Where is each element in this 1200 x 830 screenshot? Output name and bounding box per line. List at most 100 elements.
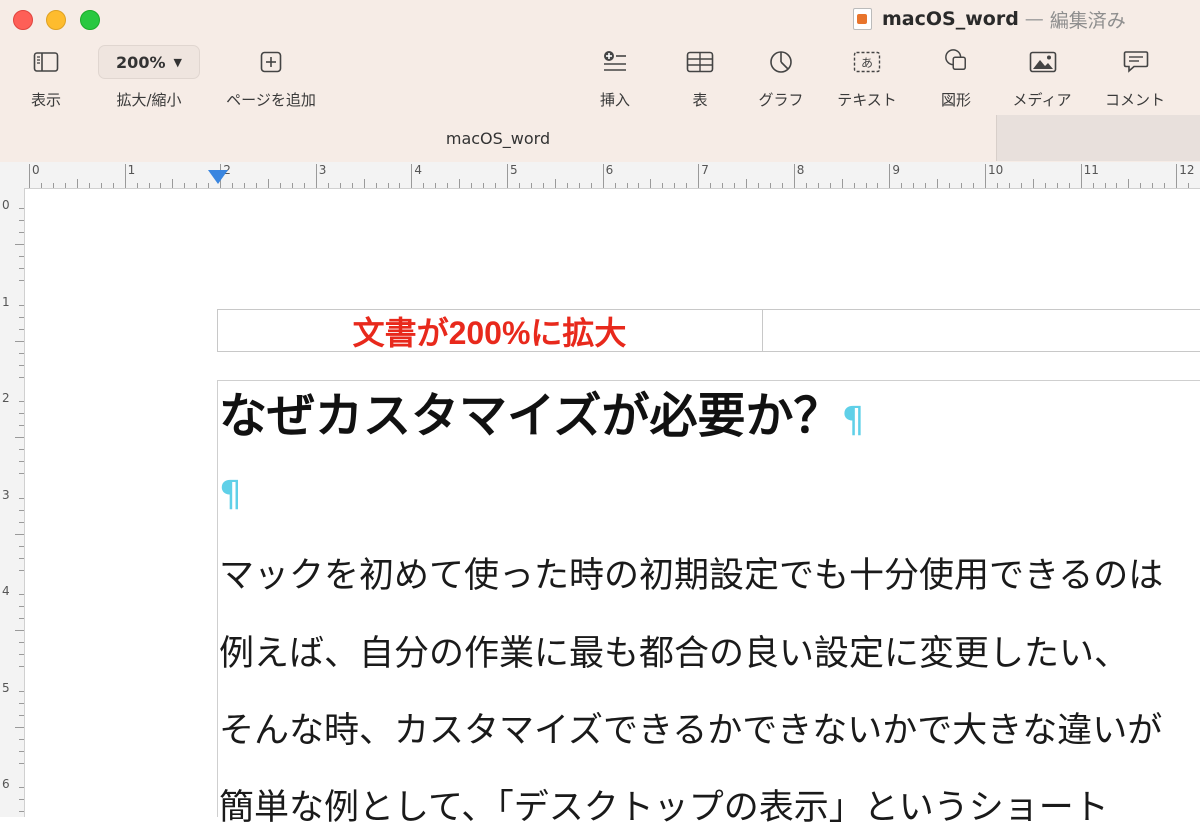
ruler-tick (19, 364, 24, 366)
ruler-tick (996, 183, 998, 188)
ruler-tick (1140, 183, 1142, 188)
ruler-tick (100, 183, 102, 188)
horizontal-ruler[interactable]: 0 1 2 3 4 5 6 7 8 9 10 11 12 (0, 162, 1200, 189)
text-box-icon: あ (853, 51, 881, 73)
ruler-tick (19, 606, 24, 608)
add-page-button[interactable] (259, 50, 283, 74)
view-button[interactable] (32, 50, 60, 74)
pilcrow-mark: ¶ (841, 400, 865, 441)
ruler-tick (949, 183, 951, 188)
ruler-tick (19, 473, 24, 475)
text-label: テキスト (837, 91, 897, 109)
ruler-tick (459, 179, 461, 188)
ruler-tick (602, 164, 604, 188)
zoom-label: 拡大/縮小 (116, 91, 182, 109)
ruler-tick (901, 183, 903, 188)
ruler-tick (793, 164, 795, 188)
tab-bar: macOS_word (0, 115, 1200, 161)
ruler-tick (19, 521, 24, 523)
ruler-tick (387, 183, 389, 188)
ruler-tick (590, 183, 592, 188)
tab-document[interactable]: macOS_word (0, 115, 996, 161)
text-button[interactable]: あ (853, 50, 881, 74)
table-button[interactable] (686, 50, 714, 74)
ruler-tick (19, 787, 24, 789)
ruler-tick (19, 690, 24, 692)
ruler-tick (19, 304, 24, 306)
heading-text: なぜカスタマイズが必要か？ (219, 388, 842, 444)
ruler-tick (399, 183, 401, 188)
zoom-select[interactable]: 200% ▼ (98, 45, 200, 79)
tab-empty-area[interactable] (996, 115, 1200, 161)
ruler-number: 4 (414, 163, 423, 177)
svg-text:あ: あ (861, 56, 873, 70)
ruler-tick (19, 509, 24, 511)
insert-button[interactable] (602, 50, 628, 74)
document-icon (853, 8, 872, 30)
ruler-tick (530, 183, 532, 188)
ruler-tick (925, 183, 927, 188)
media-label: メディア (1012, 91, 1072, 109)
ruler-tick (19, 702, 24, 704)
tab-label: macOS_word (445, 128, 551, 148)
ruler-tick (19, 328, 24, 330)
ruler-tick (88, 183, 90, 188)
media-button[interactable] (1029, 50, 1057, 74)
ruler-tick (757, 183, 759, 188)
chart-button[interactable] (769, 50, 793, 74)
ruler-tick (19, 256, 24, 258)
ruler-tick (1008, 183, 1010, 188)
ruler-tick (291, 183, 293, 188)
ruler-tick (19, 220, 24, 222)
ruler-tick (877, 183, 879, 188)
ruler-tick (19, 461, 24, 463)
ruler-tick (19, 316, 24, 318)
ruler-tick (447, 183, 449, 188)
body-line[interactable]: マックを初めて使った時の初期設定でも十分使用できるのは (219, 547, 1163, 598)
ruler-number: 3 (318, 163, 327, 177)
ruler-number: 7 (701, 163, 709, 177)
ruler-tick (829, 183, 831, 188)
ruler-tick (15, 630, 24, 632)
shape-button[interactable] (943, 48, 969, 72)
zoom-window-button[interactable] (80, 10, 100, 30)
ruler-tick (471, 183, 473, 188)
ruler-tick (15, 533, 24, 535)
ruler-tick (686, 183, 688, 188)
ruler-tick (160, 183, 162, 188)
ruler-tick (19, 425, 24, 427)
indent-marker[interactable] (208, 170, 228, 184)
ruler-tick (19, 799, 24, 801)
ruler-tick (279, 183, 281, 188)
body-line[interactable]: 例えば、自分の作業に最も都合の良い設定に変更したい、 (219, 625, 1129, 676)
add-page-icon (260, 51, 282, 73)
ruler-tick (769, 183, 771, 188)
ruler-tick (662, 183, 664, 188)
document-heading[interactable]: なぜカスタマイズが必要か？¶ (219, 376, 864, 446)
body-line[interactable]: 簡単な例として、「デスクトップの表示」というショート (219, 779, 1109, 830)
ruler-tick (889, 164, 891, 188)
ruler-tick (698, 164, 700, 188)
ruler-number: 3 (2, 487, 10, 502)
close-window-button[interactable] (13, 10, 33, 30)
ruler-tick (76, 179, 78, 188)
ruler-tick (423, 183, 425, 188)
ruler-tick (411, 164, 413, 188)
ruler-tick (64, 183, 66, 188)
annotation-text: 文書が200%に拡大 (352, 314, 627, 351)
shape-icon (945, 49, 966, 70)
comment-button[interactable] (1123, 50, 1149, 74)
zoom-value: 200% (116, 52, 166, 72)
ruler-tick (112, 183, 114, 188)
pie-chart-icon (770, 51, 792, 73)
minimize-window-button[interactable] (46, 10, 66, 30)
ruler-tick (722, 183, 724, 188)
sidebar-icon (33, 52, 59, 72)
body-line[interactable]: そんな時、カスタマイズできるかできないかで大きな違いが (219, 702, 1162, 753)
ruler-tick (196, 183, 198, 188)
ruler-tick (542, 183, 544, 188)
ruler-tick (15, 726, 24, 728)
ruler-tick (1176, 164, 1178, 188)
image-icon (1029, 51, 1057, 73)
ruler-number: 0 (32, 163, 40, 177)
